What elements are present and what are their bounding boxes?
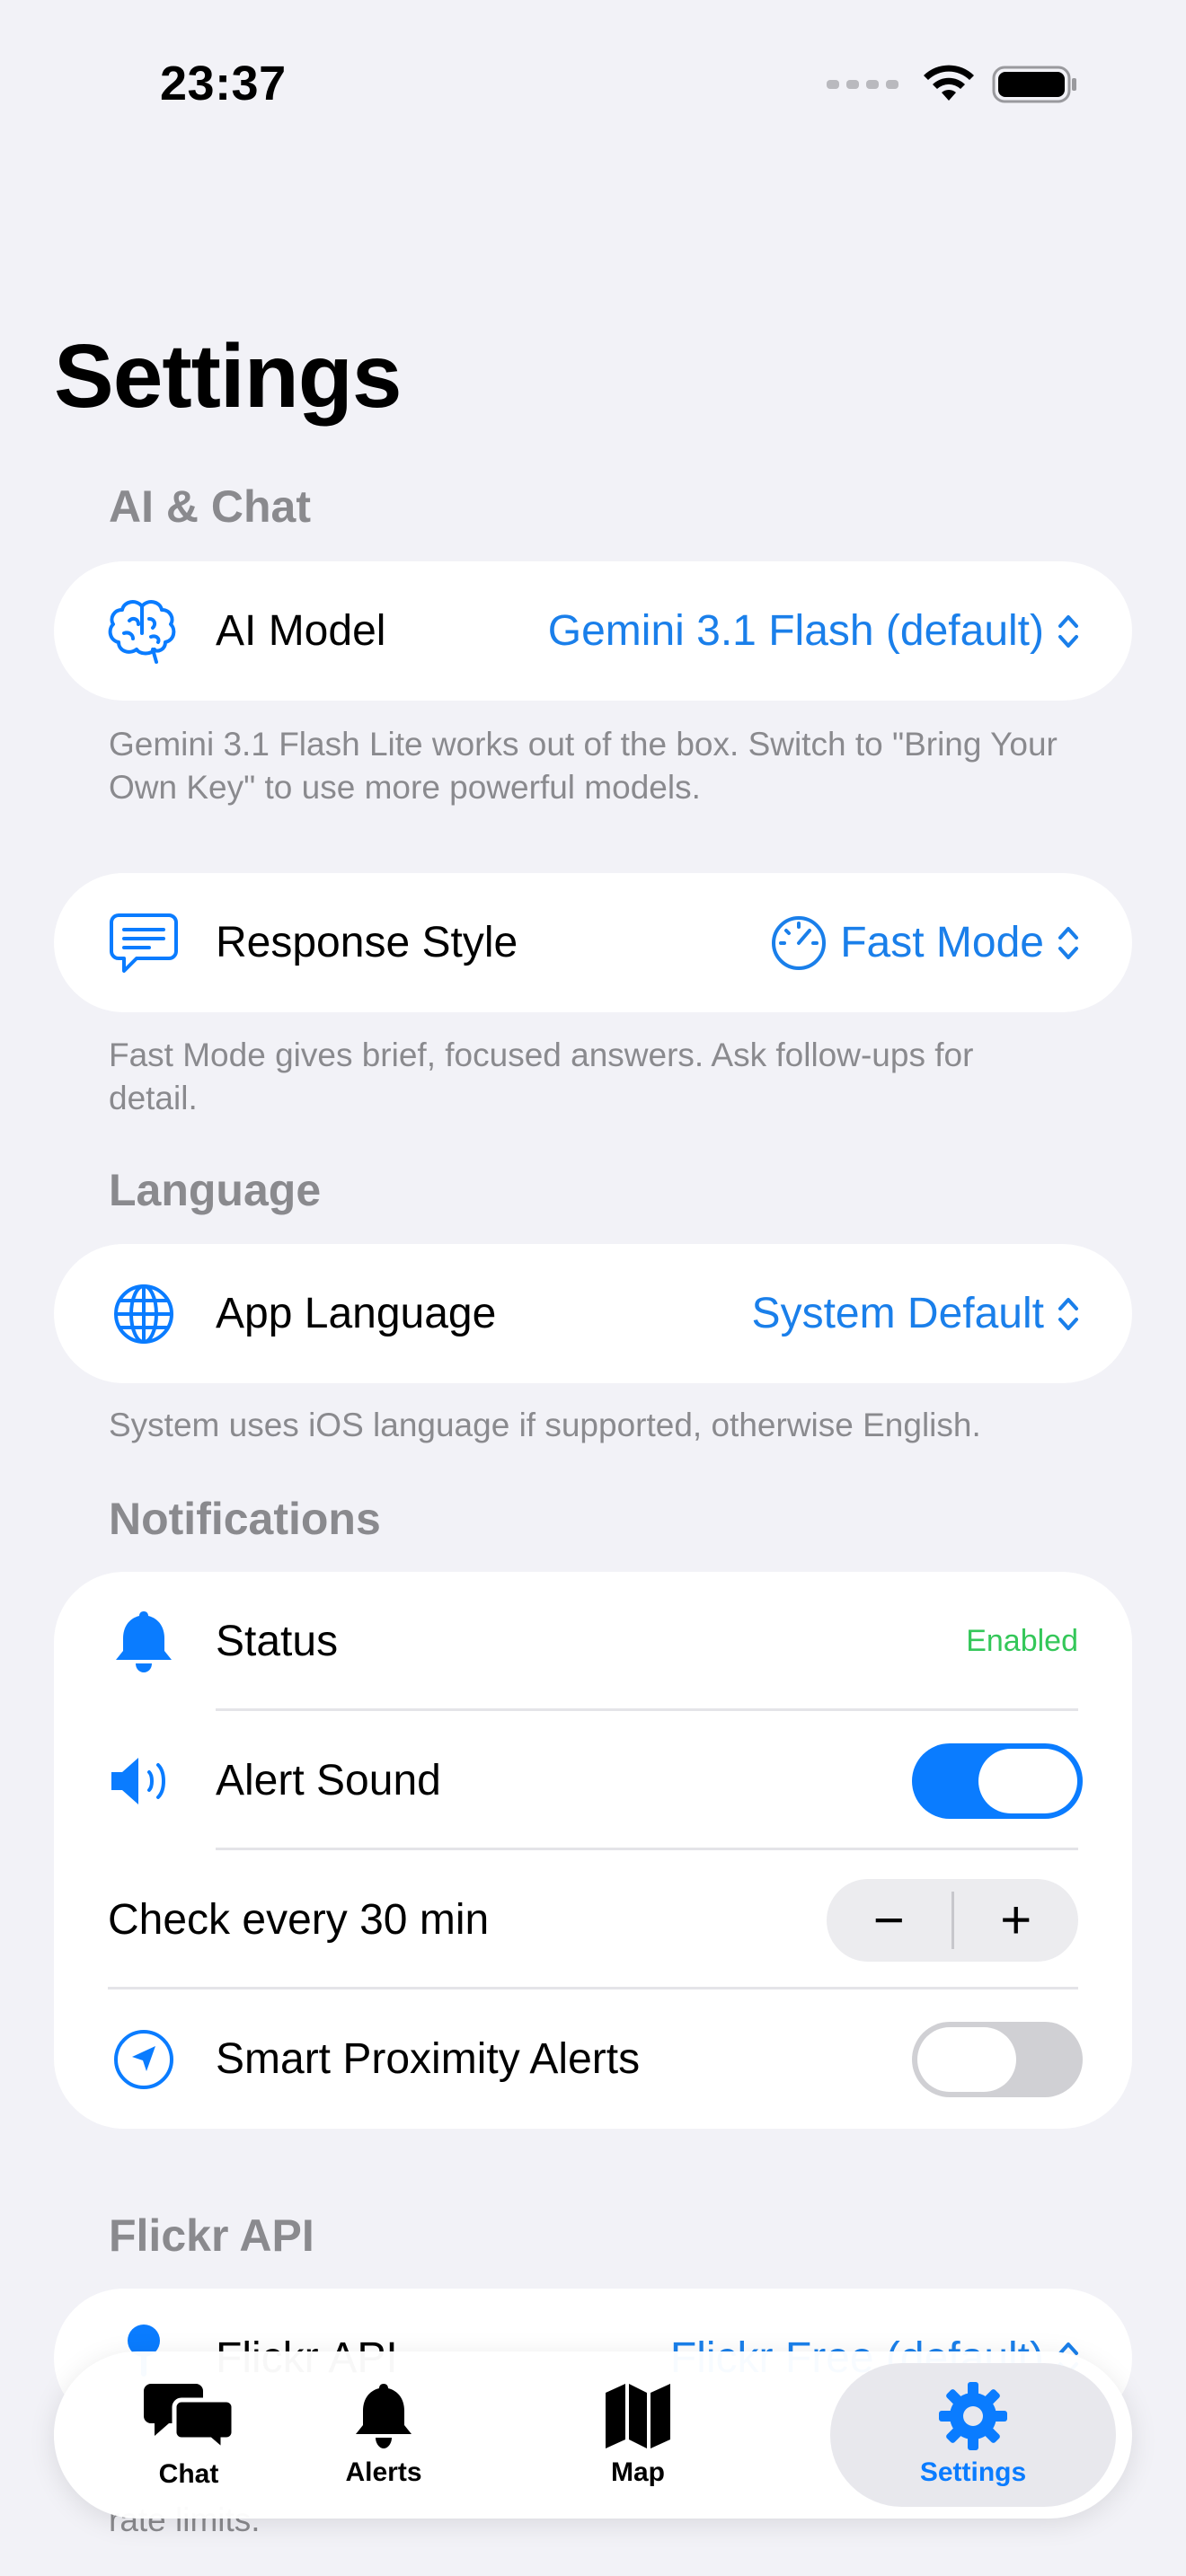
check-interval-label: Check every 30 min [108, 1896, 490, 1944]
section-header-language: Language [109, 1165, 322, 1215]
gauge-icon [772, 915, 827, 970]
status-badge: Enabled [966, 1624, 1078, 1658]
brain-icon [106, 594, 181, 669]
alert-sound-label: Alert Sound [216, 1757, 441, 1804]
check-interval-row: Check every 30 min − + [54, 1850, 1132, 1989]
ai-model-value: Gemini 3.1 Flash (default) [547, 607, 1044, 655]
smart-proximity-row: Smart Proximity Alerts [54, 1989, 1132, 2129]
battery-icon [992, 66, 1076, 103]
check-interval-stepper[interactable]: − + [827, 1878, 1079, 1962]
settings-screen: 23:37 Settings AI & Chat AI Model Gemini… [0, 0, 1186, 2576]
tab-alerts[interactable]: Alerts [249, 2351, 518, 2519]
tab-bar: Chat Alerts Map Settings [54, 2351, 1132, 2519]
tab-map[interactable]: Map [503, 2351, 773, 2519]
app-language-row[interactable]: App Language System Default [54, 1244, 1132, 1383]
tab-label: Alerts [345, 2457, 422, 2487]
response-style-picker[interactable]: Fast Mode [770, 914, 1080, 972]
ai-model-label: AI Model [216, 607, 386, 655]
response-style-label: Response Style [216, 919, 518, 966]
location-arrow-icon [106, 2022, 181, 2097]
tab-label: Settings [919, 2457, 1027, 2487]
alert-sound-toggle[interactable] [912, 1742, 1083, 1819]
globe-icon [106, 1276, 181, 1352]
ai-model-card: AI Model Gemini 3.1 Flash (default) [54, 561, 1132, 701]
gear-icon [939, 2382, 1007, 2450]
language-footnote: System uses iOS language if supported, o… [109, 1407, 981, 1443]
status-time: 23:37 [160, 57, 287, 110]
notification-status-row: Status Enabled [54, 1572, 1132, 1711]
app-language-value: System Default [751, 1290, 1044, 1337]
wifi-icon [924, 65, 974, 101]
response-style-row[interactable]: Response Style Fast Mode [54, 873, 1132, 1012]
response-style-card: Response Style Fast Mode [54, 873, 1132, 1012]
section-header-ai-chat: AI & Chat [109, 481, 311, 532]
section-header-notifications: Notifications [109, 1494, 381, 1544]
app-language-picker[interactable]: System Default [752, 1289, 1080, 1338]
tab-label: Chat [158, 2459, 219, 2489]
bell-icon [356, 2384, 412, 2448]
increment-button[interactable]: + [954, 1879, 1079, 1962]
ai-model-footnote: Gemini 3.1 Flash Lite works out of the b… [109, 726, 1058, 806]
smart-proximity-label: Smart Proximity Alerts [216, 2035, 641, 2083]
status-label: Status [216, 1618, 339, 1665]
response-style-footnote: Fast Mode gives brief, focused answers. … [109, 1037, 974, 1116]
cellular-signal-icon [827, 80, 898, 89]
chevron-up-down-icon [1058, 1297, 1078, 1330]
page-title: Settings [54, 326, 402, 427]
response-style-value: Fast Mode [840, 919, 1044, 966]
map-icon [606, 2384, 670, 2448]
alert-sound-row: Alert Sound [54, 1711, 1132, 1850]
language-card: App Language System Default [54, 1244, 1132, 1383]
ai-model-row[interactable]: AI Model Gemini 3.1 Flash (default) [54, 561, 1132, 701]
chevron-up-down-icon [1058, 614, 1078, 648]
section-header-flickr: Flickr API [109, 2210, 314, 2261]
chevron-up-down-icon [1058, 926, 1078, 959]
speaker-icon [106, 1743, 181, 1819]
smart-proximity-toggle[interactable] [912, 2021, 1083, 2097]
decrement-button[interactable]: − [827, 1879, 951, 1962]
message-text-icon [106, 905, 181, 981]
bell-icon [106, 1604, 181, 1680]
ai-model-picker[interactable]: Gemini 3.1 Flash (default) [548, 606, 1080, 656]
app-language-label: App Language [216, 1290, 497, 1337]
notifications-card: Status Enabled Alert Sound Check every 3… [54, 1572, 1132, 2129]
tab-label: Map [611, 2457, 665, 2487]
status-icons [827, 65, 1078, 104]
chat-bubbles-icon [144, 2384, 234, 2452]
tab-settings[interactable]: Settings [830, 2363, 1116, 2507]
